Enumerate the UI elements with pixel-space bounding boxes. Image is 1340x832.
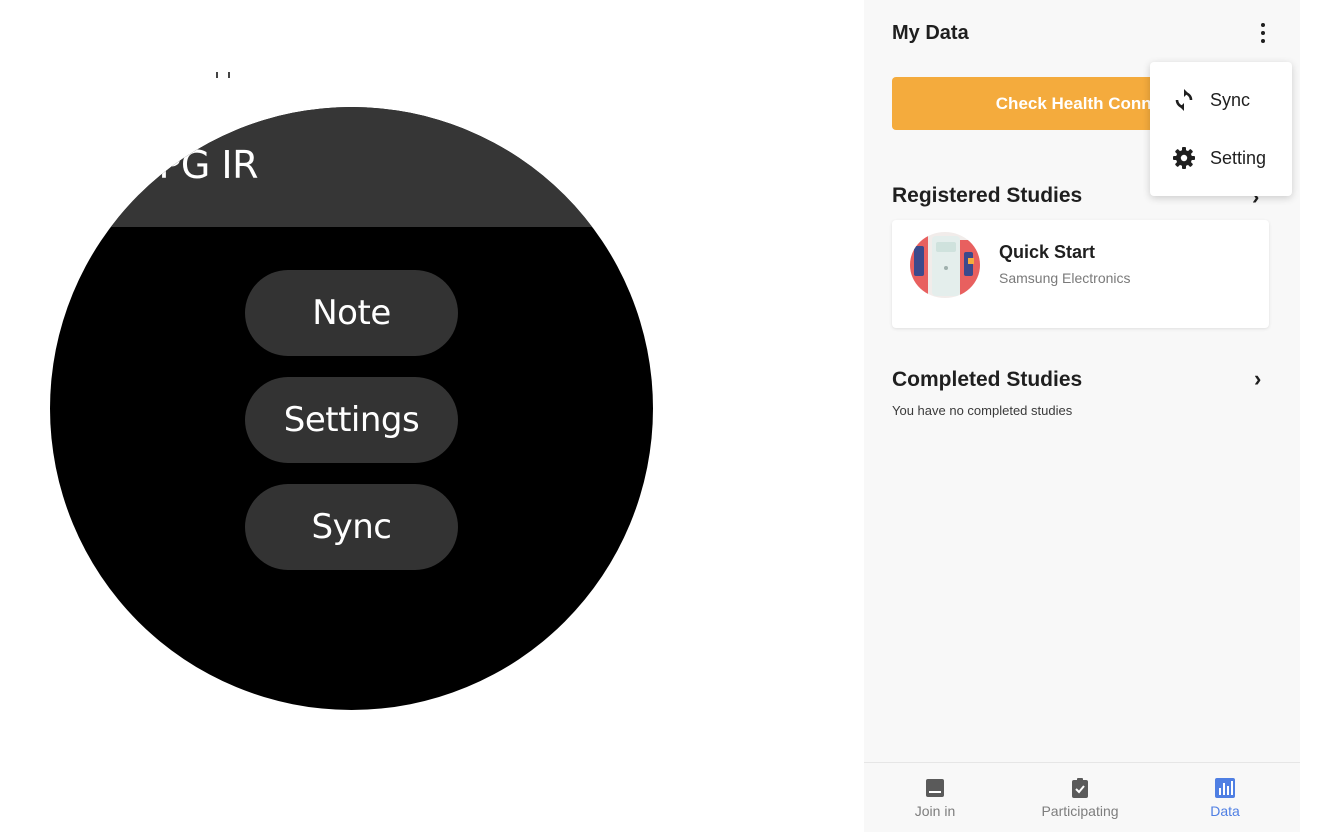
completed-empty-message: You have no completed studies (892, 403, 1073, 418)
nav-label-data: Data (1210, 803, 1240, 819)
bottom-nav: Join in Participating Data (864, 762, 1300, 832)
menu-label-sync: Sync (1210, 89, 1251, 110)
menu-label-setting: Setting (1210, 147, 1267, 168)
book-icon (926, 779, 944, 797)
completed-studies-title: Completed Studies (892, 368, 1083, 391)
watch-title: PPG IR (136, 143, 258, 187)
watch-face: PPG IR Note Settings Sync (50, 107, 653, 710)
study-name: Quick Start (999, 242, 1096, 262)
study-organization: Samsung Electronics (999, 270, 1131, 286)
note-button[interactable]: Note (245, 270, 458, 356)
nav-item-join-in[interactable]: Join in (880, 777, 990, 819)
nav-item-participating[interactable]: Participating (1025, 777, 1135, 819)
gear-icon (1173, 147, 1195, 169)
menu-item-setting[interactable]: Setting (1150, 132, 1292, 184)
bar-chart-icon (1215, 778, 1235, 798)
nav-item-data[interactable]: Data (1170, 777, 1280, 819)
screen: PPG IR Note Settings Sync My Data Check … (0, 0, 1340, 832)
watch-header: PPG IR (50, 107, 653, 227)
sync-button[interactable]: Sync (245, 484, 458, 570)
overflow-menu: Sync Setting (1150, 62, 1292, 196)
chevron-right-icon[interactable]: › (1254, 366, 1261, 392)
menu-item-sync[interactable]: Sync (1150, 74, 1292, 126)
nav-label-participating: Participating (1041, 803, 1119, 819)
status-marks (216, 72, 230, 78)
settings-button[interactable]: Settings (245, 377, 458, 463)
study-card[interactable]: Quick Start Samsung Electronics (892, 220, 1269, 328)
sync-icon (1175, 89, 1193, 111)
nav-label-join-in: Join in (914, 803, 956, 819)
page-title: My Data (892, 22, 969, 44)
clipboard-check-icon (1072, 778, 1088, 798)
study-thumbnail (910, 232, 980, 298)
registered-studies-title: Registered Studies (892, 184, 1083, 207)
phone-screen: My Data Check Health Connect Registered … (864, 0, 1300, 832)
more-options-icon[interactable] (1256, 22, 1270, 44)
